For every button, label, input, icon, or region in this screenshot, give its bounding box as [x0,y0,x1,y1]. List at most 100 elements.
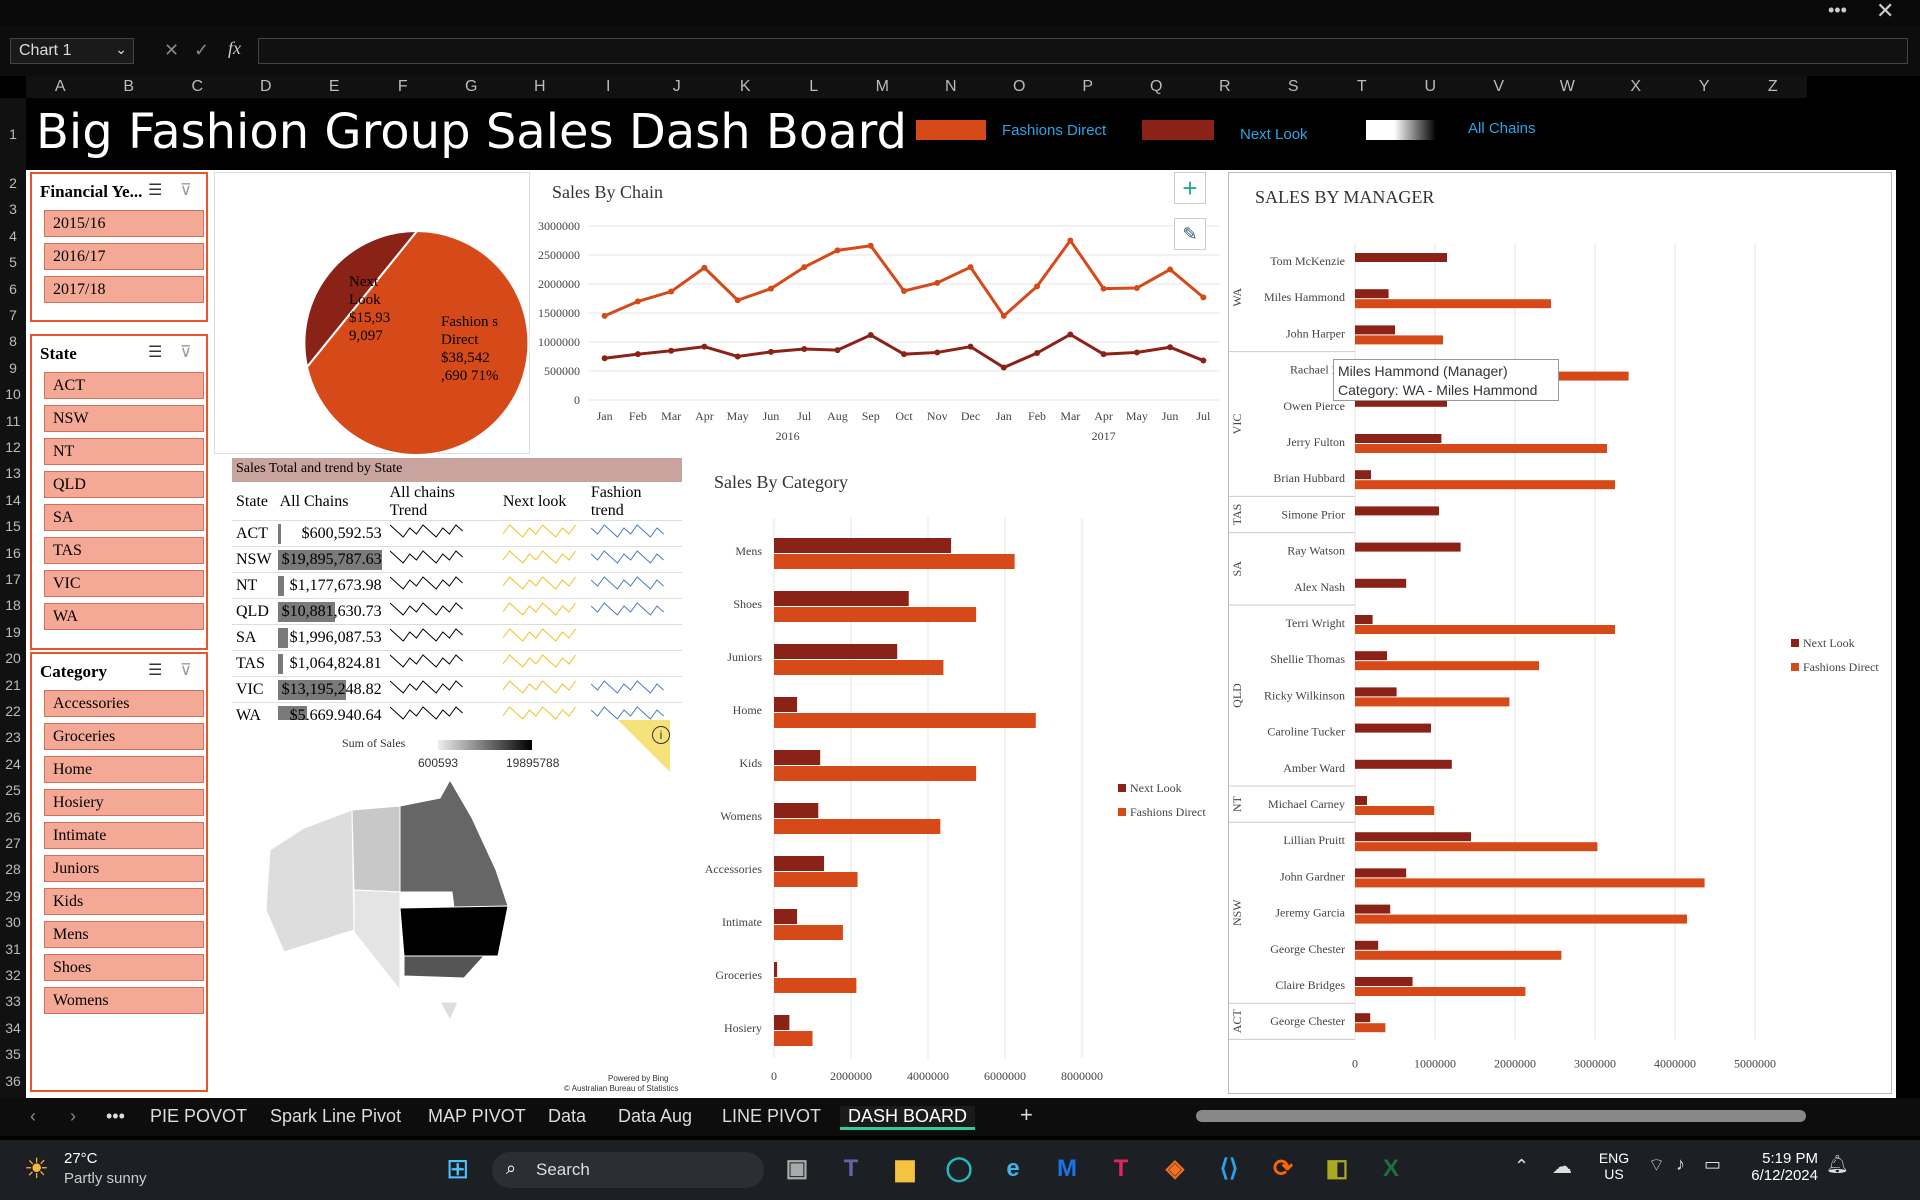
data-point[interactable] [834,347,841,354]
bar[interactable] [1355,625,1615,634]
bar[interactable] [1355,950,1562,960]
slicer-item-2016-17[interactable]: 2016/17 [44,243,204,270]
enter-icon[interactable]: ✓ [194,40,209,61]
column-header-w[interactable]: W [1533,76,1602,98]
slicer-item-womens[interactable]: Womens [44,987,204,1014]
clock[interactable]: 5:19 PM 6/12/2024 [1748,1150,1818,1184]
clear-filter-icon[interactable]: ⊽ [180,660,192,680]
chart-elements-button[interactable]: + [1174,172,1206,204]
bar[interactable] [774,925,843,940]
cancel-icon[interactable]: ✕ [164,40,179,61]
row-header-10[interactable]: 10 [0,381,26,408]
data-point[interactable] [1100,285,1107,292]
bar[interactable] [1355,661,1539,671]
bar[interactable] [774,538,952,553]
bar[interactable] [1355,651,1387,661]
bar[interactable] [1355,289,1389,299]
row-header-18[interactable]: 18 [0,592,26,619]
bar[interactable] [1355,444,1607,453]
map-chart[interactable]: Sum of Sales 600593 19895788 i Powered b… [214,720,684,1094]
data-point[interactable] [1200,294,1207,301]
bar[interactable] [1355,335,1443,345]
tray-chevron-icon[interactable]: ⌃ [1514,1156,1529,1177]
row-header-36[interactable]: 36 [0,1067,26,1094]
notification-icon[interactable]: 🔔︎ [1826,1154,1849,1175]
start-icon[interactable]: ⊞ [446,1152,469,1185]
weather-icon[interactable]: ☀ [24,1152,49,1185]
data-point[interactable] [1034,350,1041,357]
series-line-0[interactable] [604,237,1205,319]
slicer-item-2017-18[interactable]: 2017/18 [44,276,204,303]
info-icon[interactable]: i [652,726,670,744]
column-header-l[interactable]: L [779,76,848,98]
slicer-item-home[interactable]: Home [44,756,204,783]
bar[interactable] [1355,940,1379,950]
task-view-icon[interactable]: ▣ [780,1152,814,1186]
data-point[interactable] [767,348,774,355]
column-header-o[interactable]: O [985,76,1054,98]
bar[interactable] [1355,987,1526,996]
multi-select-icon[interactable]: ☰ [148,342,162,362]
data-point[interactable] [934,279,941,286]
bar[interactable] [1355,325,1395,335]
bar[interactable] [1355,759,1452,769]
row-header-33[interactable]: 33 [0,988,26,1015]
add-sheet-icon[interactable]: + [1020,1102,1033,1128]
language-indicator[interactable]: ENG US [1594,1150,1634,1182]
row-header-30[interactable]: 30 [0,909,26,936]
bar[interactable] [1355,796,1367,805]
tab-next-icon[interactable]: › [70,1106,76,1127]
tab-more-icon[interactable]: ••• [106,1106,125,1127]
map-state-sa[interactable] [353,889,401,992]
edge-icon[interactable]: e [996,1152,1030,1186]
data-point[interactable] [601,312,608,319]
mail-icon[interactable]: M [1050,1152,1084,1186]
data-point[interactable] [901,351,907,358]
data-point[interactable] [967,343,974,350]
battery-icon[interactable]: ▭ [1704,1154,1721,1175]
horizontal-scrollbar[interactable] [1196,1110,1806,1122]
pie-chart[interactable]: Next Look $15,93 9,097 Fashion s Direct … [214,172,530,456]
column-header-y[interactable]: Y [1670,76,1739,98]
clear-filter-icon[interactable]: ⊽ [180,180,192,200]
row-header-13[interactable]: 13 [0,460,26,487]
row-header-8[interactable]: 8 [0,328,26,355]
bar[interactable] [774,1031,813,1046]
formula-input[interactable] [258,38,1908,64]
column-header-n[interactable]: N [916,76,985,98]
data-point[interactable] [601,355,608,362]
bar-chart-sales-by-category[interactable]: Sales By Category 0 2000000 4000000 6000000… [686,458,1226,1096]
row-header-6[interactable]: 6 [0,275,26,302]
data-point[interactable] [1067,237,1074,244]
column-header-t[interactable]: T [1327,76,1396,98]
column-header-u[interactable]: U [1396,76,1465,98]
slicer-item-tas[interactable]: TAS [44,537,204,564]
data-point[interactable] [1067,331,1074,338]
bar[interactable] [774,713,1036,728]
app-icon[interactable]: T [1104,1152,1138,1186]
bar[interactable] [1355,977,1413,986]
column-header-r[interactable]: R [1190,76,1259,98]
tab-data[interactable]: Data [548,1106,586,1127]
data-point[interactable] [867,332,874,339]
slicer-item-accessories[interactable]: Accessories [44,690,204,717]
name-box[interactable]: Chart 1 ⌄ [10,38,134,64]
bar-chart-sales-by-manager[interactable]: SALES BY MANAGER 0 1000000 2000000 3000000 4… [1228,172,1892,1094]
bar[interactable] [1355,868,1407,878]
column-header-k[interactable]: K [711,76,780,98]
column-header-b[interactable]: B [94,76,163,98]
cloud-icon[interactable]: ☁ [1552,1154,1572,1179]
row-header-25[interactable]: 25 [0,777,26,804]
data-point[interactable] [767,285,774,292]
tab-data-aug[interactable]: Data Aug [618,1106,692,1127]
row-header-5[interactable]: 5 [0,249,26,276]
slicer-item-sa[interactable]: SA [44,504,204,531]
row-header-27[interactable]: 27 [0,830,26,857]
row-header-14[interactable]: 14 [0,486,26,514]
column-header-a[interactable]: A [26,76,95,98]
bar[interactable] [1355,904,1391,914]
map-state-tas[interactable] [439,1001,459,1022]
row-header-2[interactable]: 2 [0,170,26,197]
column-header-i[interactable]: I [574,76,643,98]
slicer-item-qld[interactable]: QLD [44,471,204,498]
